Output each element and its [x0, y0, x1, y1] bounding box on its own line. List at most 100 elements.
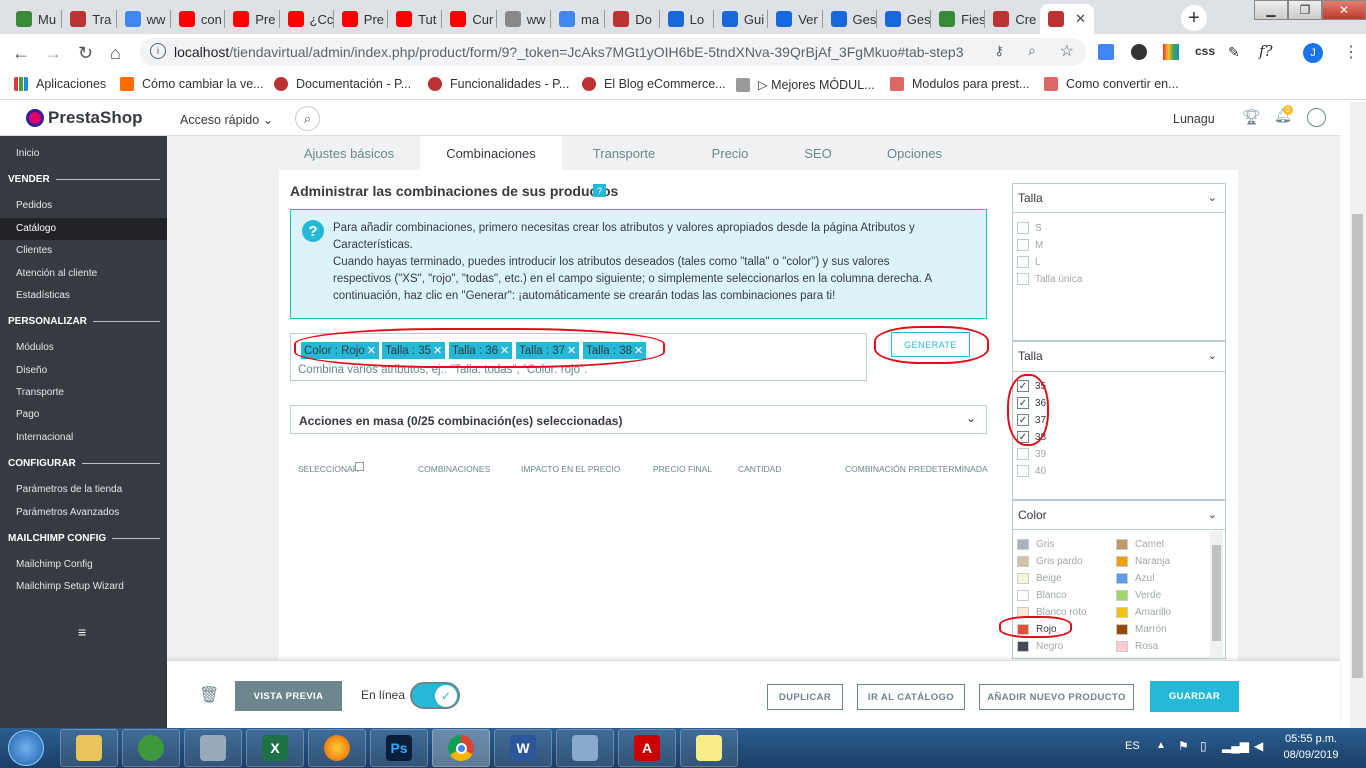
checkbox[interactable]	[1017, 465, 1029, 477]
checkbox[interactable]	[1017, 239, 1029, 251]
browser-tab[interactable]: Gui	[714, 4, 768, 34]
home-icon[interactable]: ⌂	[110, 43, 121, 64]
taskbar-explorer[interactable]	[60, 729, 118, 767]
browser-tab[interactable]: ma	[551, 4, 605, 34]
sidebar-item-inicio[interactable]: Inicio	[16, 148, 39, 159]
browser-tab[interactable]: Cur	[442, 4, 496, 34]
taskbar-chrome[interactable]	[432, 729, 490, 767]
sidebar-item-parametros-tienda[interactable]: Parámetros de la tienda	[16, 484, 122, 495]
quick-access-dropdown[interactable]: Acceso rápido ⌄	[180, 112, 273, 127]
browser-tab[interactable]: ww	[497, 4, 551, 34]
address-bar[interactable]: i localhost/tiendavirtual/admin/index.ph…	[140, 38, 1086, 66]
sidebar-item-modulos[interactable]: Módulos	[16, 342, 54, 353]
filter-option[interactable]: S	[1017, 222, 1042, 234]
sidebar-item-internacional[interactable]: Internacional	[16, 432, 73, 443]
sidebar-item-catalogo[interactable]: Catálogo	[16, 223, 56, 234]
filter-option[interactable]: 40	[1017, 465, 1046, 477]
filter-talla2-header[interactable]: Talla ⌄	[1012, 341, 1226, 372]
taskbar-app[interactable]	[184, 729, 242, 767]
forward-icon[interactable]: →	[44, 43, 62, 64]
tray-arrow-icon[interactable]: ▲	[1156, 740, 1166, 751]
taskbar-app[interactable]	[122, 729, 180, 767]
minimize-icon[interactable]: ▁	[1254, 0, 1288, 20]
taskbar-excel[interactable]: X	[246, 729, 304, 767]
online-toggle[interactable]: ✓	[410, 682, 460, 709]
volume-icon[interactable]: ◀	[1254, 739, 1263, 753]
hamburger-icon[interactable]: ≡	[78, 624, 86, 640]
extension-icon[interactable]	[1131, 44, 1147, 60]
taskbar-sticky-notes[interactable]	[680, 729, 738, 767]
color-swatch[interactable]	[1017, 641, 1029, 652]
page-scrollbar[interactable]	[1350, 102, 1366, 728]
taskbar-photoshop[interactable]: Ps	[370, 729, 428, 767]
clock-time[interactable]: 05:55 p.m.	[1279, 733, 1343, 745]
close-window-icon[interactable]: ✕	[1322, 0, 1366, 20]
bookmark-item[interactable]: Funcionalidades - P...	[428, 77, 569, 91]
color-option[interactable]: Negro	[1017, 641, 1063, 652]
taskbar-word[interactable]: W	[494, 729, 552, 767]
sidebar-item-parametros-avanzados[interactable]: Parámetros Avanzados	[16, 507, 119, 518]
colorpicker-icon[interactable]	[1163, 44, 1179, 60]
trash-icon[interactable]: 🗑︎	[199, 685, 219, 705]
info-icon[interactable]: i	[150, 43, 166, 59]
tab-transporte[interactable]: Transporte	[562, 136, 686, 170]
sidebar-item-transporte[interactable]: Transporte	[16, 387, 64, 398]
bookmark-apps[interactable]: Aplicaciones	[14, 77, 106, 91]
color-option[interactable]: Gris pardo	[1017, 556, 1083, 567]
color-swatch[interactable]	[1017, 556, 1029, 567]
color-swatch[interactable]	[1116, 607, 1128, 618]
browser-tab[interactable]: Fies	[931, 4, 985, 34]
bookmark-item[interactable]: Documentación - P...	[274, 77, 411, 91]
taskbar-acrobat[interactable]: A	[618, 729, 676, 767]
tab-ajustes-basicos[interactable]: Ajustes básicos	[279, 136, 419, 170]
filter-option[interactable]: M	[1017, 239, 1043, 251]
browser-tab[interactable]: Tra	[62, 4, 116, 34]
browser-tab[interactable]: Do	[605, 4, 659, 34]
save-button[interactable]: GUARDAR	[1150, 681, 1239, 712]
color-option[interactable]: Rosa	[1116, 641, 1158, 652]
browser-tab[interactable]: ¿Cc	[280, 4, 334, 34]
scrollbar-thumb[interactable]	[1352, 214, 1363, 678]
browser-tab[interactable]: Pre	[225, 4, 279, 34]
bookmark-item[interactable]: Modulos para prest...	[890, 77, 1029, 91]
color-option[interactable]: Marrón	[1116, 624, 1167, 635]
tab-precio[interactable]: Precio	[686, 136, 774, 170]
browser-tab[interactable]: ww	[117, 4, 171, 34]
color-swatch[interactable]	[1017, 573, 1029, 584]
browser-tab[interactable]: Mu	[8, 4, 62, 34]
start-button[interactable]	[8, 730, 44, 766]
help-icon[interactable]: ?	[593, 184, 606, 197]
sidebar-item-pago[interactable]: Pago	[16, 409, 39, 420]
sidebar-item-diseno[interactable]: Diseño	[16, 365, 47, 376]
color-swatch[interactable]	[1116, 624, 1128, 635]
key-icon[interactable]: ⚷	[994, 43, 1004, 59]
color-swatch[interactable]	[1017, 590, 1029, 601]
browser-tab[interactable]: Ges	[877, 4, 931, 34]
tab-seo[interactable]: SEO	[774, 136, 862, 170]
color-option[interactable]: Gris	[1017, 539, 1054, 550]
checkbox[interactable]	[1017, 273, 1029, 285]
filter-talla-header[interactable]: Talla ⌄	[1012, 183, 1226, 213]
filter-option[interactable]: L	[1017, 256, 1041, 268]
new-tab-button[interactable]: +	[1181, 5, 1207, 31]
prestashop-logo[interactable]: PrestaShop	[26, 108, 142, 128]
browser-tab[interactable]: Lo	[660, 4, 714, 34]
browser-tab[interactable]: ✕	[1039, 4, 1094, 34]
color-swatch[interactable]	[1116, 573, 1128, 584]
reload-icon[interactable]: ↻	[78, 43, 93, 64]
color-swatch[interactable]	[1116, 641, 1128, 652]
color-option[interactable]: Amarillo	[1116, 607, 1171, 618]
sidebar-item-estadisticas[interactable]: Estadísticas	[16, 290, 70, 301]
preview-button[interactable]: VISTA PREVIA	[235, 681, 342, 711]
bookmark-item[interactable]: Cómo cambiar la ve...	[120, 77, 264, 91]
tab-combinaciones[interactable]: Combinaciones	[420, 136, 562, 170]
clock-date[interactable]: 08/09/2019	[1279, 749, 1343, 761]
filter-color-header[interactable]: Color ⌄	[1012, 500, 1226, 530]
checkbox[interactable]	[1017, 256, 1029, 268]
color-option[interactable]: Azul	[1116, 573, 1154, 584]
color-option[interactable]: Camel	[1116, 539, 1164, 550]
checkbox[interactable]	[1017, 222, 1029, 234]
maximize-icon[interactable]: ❐	[1288, 0, 1322, 20]
sidebar-item-mailchimp-wizard[interactable]: Mailchimp Setup Wizard	[16, 581, 124, 592]
zoom-icon[interactable]: ⌕	[1028, 42, 1036, 59]
